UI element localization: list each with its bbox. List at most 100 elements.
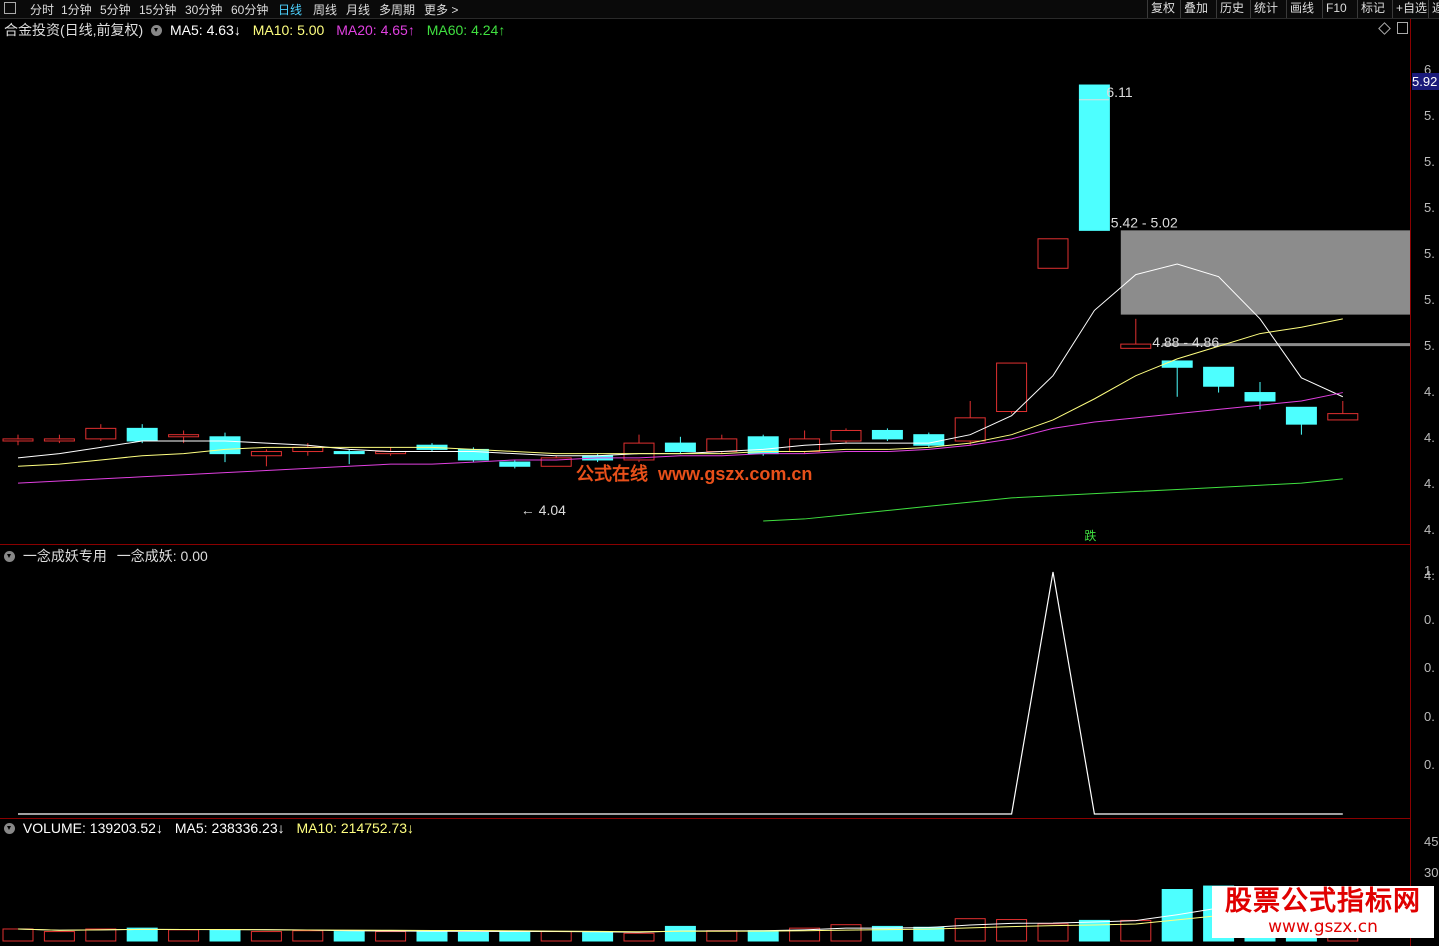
volume-bar [1078, 919, 1110, 942]
y-tick-label: 300 [1424, 865, 1439, 880]
ma20-label: MA20: 4.65↑ [336, 22, 415, 38]
volume-bar [209, 929, 241, 942]
y-tick-label: 0. [1424, 660, 1435, 675]
volume-bar [250, 931, 282, 942]
candle [1120, 343, 1152, 349]
y-tick-label: 5. [1424, 108, 1435, 123]
logo-url: www.gszx.cn [1268, 917, 1378, 937]
watermark: 公式在线 www.gszx.com.cn [576, 464, 813, 484]
candle [664, 442, 696, 453]
volume-bar [499, 931, 531, 942]
candle [706, 438, 738, 453]
volume-bar [954, 918, 986, 942]
gap-label-upper: 5.42 - 5.02 [1111, 214, 1178, 230]
candle [1078, 84, 1110, 231]
candle [1203, 366, 1235, 387]
logo-title: 股票公式指标网 [1225, 886, 1421, 917]
volume-bar [540, 931, 572, 942]
candle [168, 434, 200, 438]
volume-label: VOLUME: 139203.52↓ [22, 820, 163, 836]
indicator-value: 一念成妖: 0.00 [116, 548, 208, 564]
candle [830, 429, 862, 442]
candle [43, 438, 75, 442]
candle [499, 461, 531, 467]
y-tick-label: 1. [1424, 563, 1435, 578]
y-tick-label: 4. [1424, 476, 1435, 491]
main-panel-header: 合金投资(日线,前复权) MA5: 4.63↓ MA10: 5.00 MA20:… [4, 20, 505, 40]
candle [913, 434, 945, 446]
panel-divider [0, 818, 1410, 819]
y-tick-label: 450 [1424, 834, 1439, 849]
y-tick-label: 0. [1424, 708, 1435, 724]
current-price-tag: 5.92 [1412, 73, 1439, 90]
candle [996, 362, 1028, 413]
indicator-panel-header: 一念成妖专用 一念成妖: 0.00 [4, 546, 208, 566]
volume-bar [126, 927, 158, 942]
volume-bar [747, 930, 779, 942]
candle [1037, 238, 1069, 269]
volume-bar [2, 928, 34, 942]
candle [126, 427, 158, 442]
signal-tag: 跌 [1084, 528, 1096, 543]
volume-bar [416, 930, 448, 942]
gap-label-lower: 4.88 - 4.86 [1152, 334, 1219, 350]
volume-bar [830, 924, 862, 942]
volume-ma5-label: MA5: 238336.23↓ [174, 820, 285, 836]
y-tick-label: 5. [1424, 200, 1435, 215]
main-title: 合金投资(日线,前复权) [4, 22, 144, 38]
site-logo: 股票公式指标网 www.gszx.cn [1212, 886, 1434, 938]
candle [2, 438, 34, 442]
volume-bar [664, 925, 696, 942]
volume-bar [333, 931, 365, 942]
y-tick-label: 5. [1424, 292, 1435, 307]
indicator-title: 一念成妖专用 [22, 548, 107, 564]
y-tick-label: 4. [1424, 384, 1435, 399]
volume-bar [706, 930, 738, 942]
volume-bar [457, 931, 489, 942]
volume-panel-header: VOLUME: 139203.52↓ MA5: 238336.23↓ MA10:… [4, 820, 414, 836]
volume-bar [375, 931, 407, 942]
volume-bar [582, 931, 614, 942]
panel-divider [0, 544, 1410, 545]
candle [333, 451, 365, 455]
volume-bar [85, 928, 117, 942]
candle [1244, 392, 1276, 402]
volume-bar [1161, 889, 1193, 942]
volume-bar [623, 932, 655, 942]
volume-bar [168, 929, 200, 942]
candle [85, 427, 117, 440]
volume-bar [996, 919, 1028, 942]
y-tick-label: 4. [1424, 430, 1435, 445]
low-label: ← 4.04 [521, 502, 566, 518]
volume-bar [43, 931, 75, 942]
ma60-line [763, 478, 1343, 522]
expand-icon[interactable] [1397, 22, 1408, 34]
volume-ma10-label: MA10: 214752.73↓ [296, 820, 415, 836]
y-tick-label: 0. [1424, 757, 1435, 772]
dropdown-circle-icon[interactable] [151, 25, 163, 36]
volume-bar [292, 930, 324, 942]
candle [457, 448, 489, 461]
dropdown-circle-icon[interactable] [4, 823, 15, 834]
gap-zone-upper [1120, 230, 1410, 315]
indicator-line [18, 571, 1343, 815]
candle [250, 451, 282, 457]
volume-bar [1120, 919, 1152, 942]
candle [292, 446, 324, 453]
y-tick-label: 0. [1424, 611, 1435, 627]
ma10-label: MA10: 5.00 [252, 22, 325, 38]
y-tick-label: 4. [1424, 522, 1435, 537]
candle [1327, 413, 1359, 421]
high-label: 6.11 [1106, 84, 1132, 100]
y-tick-label: 5. [1424, 246, 1435, 261]
ma5-label: MA5: 4.63↓ [170, 22, 241, 38]
y-tick-label: 5. [1424, 154, 1435, 169]
candle [209, 436, 241, 455]
ma60-label: MA60: 4.24↑ [426, 22, 506, 38]
y-tick-label: 5. [1424, 338, 1435, 353]
dropdown-circle-icon[interactable] [4, 551, 15, 562]
candle [1285, 406, 1317, 425]
candle [871, 429, 903, 440]
volume-bar [1037, 923, 1069, 942]
candle [1161, 360, 1193, 368]
